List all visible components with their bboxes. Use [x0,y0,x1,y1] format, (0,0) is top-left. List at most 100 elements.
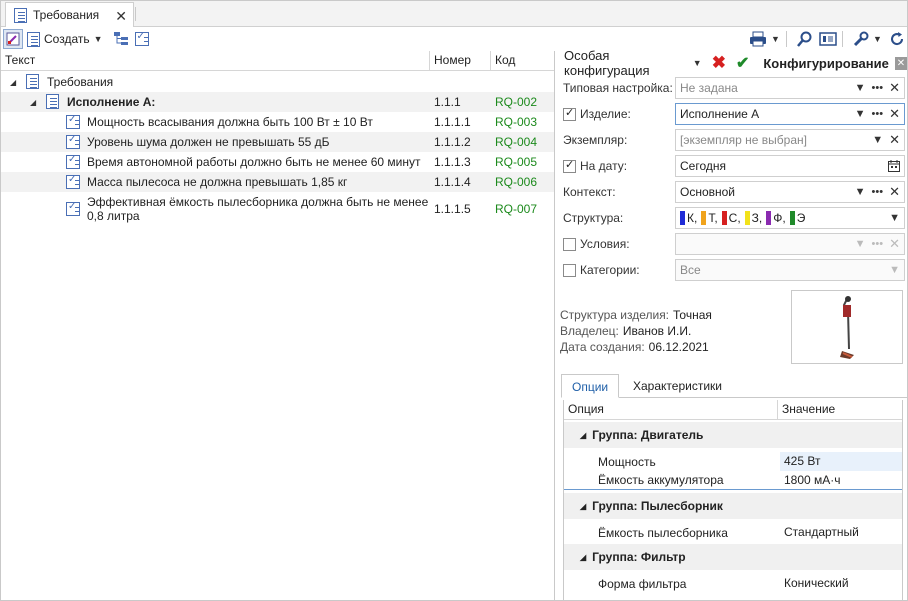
option-group-row[interactable]: ◢ Группа: Двигатель [564,422,902,448]
settings-button[interactable]: ▼ [851,29,884,49]
chevron-down-icon[interactable]: ▼ [855,82,866,94]
panel-toggle-button[interactable] [817,29,839,49]
date-checkbox[interactable] [563,158,576,173]
clear-icon[interactable]: ✕ [889,184,900,200]
more-icon[interactable]: ••• [872,186,884,198]
item-code: RQ-007 [495,202,538,216]
date-checkbox-label[interactable]: На дату: [563,158,627,173]
requirements-check-button[interactable] [133,29,151,49]
collapse-triangle-icon[interactable]: ◢ [580,431,586,440]
tab-options[interactable]: Опции [561,374,620,398]
mode-toggle-button[interactable] [3,29,23,49]
chevron-down-icon[interactable]: ▼ [855,108,866,120]
product-checkbox-label[interactable]: Изделие: [563,106,631,121]
date-field[interactable]: Сегодня [675,155,905,177]
categories-checkbox[interactable] [563,263,576,277]
tree-structure-icon [113,32,128,45]
main-toolbar: Создать ▼ ▼ ▼ [1,27,907,51]
context-row: Контекст: Основной ▼ ••• ✕ [557,181,907,203]
product-value: Исполнение А [680,107,760,121]
print-button[interactable]: ▼ [747,29,782,49]
structure-tag-k: К, [680,211,697,225]
column-header-option[interactable]: Опция [564,400,778,419]
options-tabs: Опции Характеристики [561,374,907,398]
create-button[interactable]: Создать ▼ [25,29,105,49]
more-icon[interactable]: ••• [872,108,884,120]
option-value[interactable]: 1800 мА·ч [780,471,902,490]
option-group-row[interactable]: ◢ Группа: Фильтр [564,544,902,570]
requirements-doc-icon [46,94,59,109]
create-label: Создать [44,32,90,46]
structure-tag-f: Ф, [766,211,786,225]
tree-item-row[interactable]: Уровень шума должен не превышать 55 дБ 1… [1,132,554,152]
chevron-down-icon[interactable]: ▼ [889,212,900,224]
tab-title: Требования [33,8,100,22]
close-panel-icon[interactable]: ✕ [894,56,907,70]
edit-mode-icon [6,32,20,46]
conditions-field[interactable]: ▼ ••• ✕ [675,233,905,255]
categories-field[interactable]: Все ▼ [675,259,905,281]
tree-root-row[interactable]: ◢ Требования [1,72,554,92]
structure-tag-e: Э [789,211,805,225]
option-row[interactable]: Ёмкость пылесборника Стандартный [564,523,902,542]
search-button[interactable] [795,29,815,49]
close-tab-icon[interactable]: ✕ [115,8,127,25]
structure-view-button[interactable] [111,29,131,49]
apply-check-icon[interactable]: ✔ [736,53,749,73]
structure-field[interactable]: К, Т, С, З, Ф, Э ▼ [675,207,905,229]
collapse-triangle-icon[interactable]: ◢ [30,98,36,107]
column-header-value[interactable]: Значение [778,400,902,419]
collapse-triangle-icon[interactable]: ◢ [580,502,586,511]
option-value[interactable]: Конический [780,574,902,593]
date-value: Сегодня [680,159,726,173]
info-created-label: Дата создания: [560,340,645,354]
collapse-triangle-icon[interactable]: ◢ [580,553,586,562]
product-field[interactable]: Исполнение А ▼ ••• ✕ [675,103,905,125]
tree-item-row[interactable]: Мощность всасывания должна быть 100 Вт ±… [1,112,554,132]
option-row[interactable]: Форма фильтра Конический [564,574,902,593]
group-number: 1.1.1 [434,95,461,109]
typical-setting-field[interactable]: Не задана ▼ ••• ✕ [675,77,905,99]
tree-item-row[interactable]: Масса пылесоса не должна превышать 1,85 … [1,172,554,192]
option-value[interactable]: Стандартный [780,523,902,542]
option-value[interactable]: 425 Вт [780,452,902,471]
refresh-button[interactable] [887,29,907,49]
clear-icon[interactable]: ✕ [889,106,900,122]
cancel-x-icon[interactable]: ✖ [712,53,726,73]
chevron-down-icon[interactable]: ▼ [855,186,866,198]
calendar-icon[interactable] [888,160,900,172]
tree-item-row[interactable]: Время автономной работы должно быть не м… [1,152,554,172]
info-structure-value: Точная [673,308,712,322]
column-header-code[interactable]: Код [491,51,554,71]
conditions-checkbox[interactable] [563,237,576,251]
tree-group-row[interactable]: ◢ Исполнение А: 1.1.1 RQ-002 [1,92,554,112]
clear-icon[interactable]: ✕ [889,80,900,96]
typical-setting-label: Типовая настройка: [563,81,673,95]
column-header-number[interactable]: Номер [430,50,491,71]
tab-characteristics[interactable]: Характеристики [623,374,732,398]
item-code: RQ-003 [495,115,538,129]
more-icon[interactable]: ••• [872,82,884,94]
toolbar-separator [842,31,843,47]
categories-checkbox-label[interactable]: Категории: [563,263,640,277]
group-label: Исполнение А: [67,95,156,109]
option-group-row[interactable]: ◢ Группа: Пылесборник [564,493,902,519]
conditions-checkbox-label[interactable]: Условия: [563,237,630,251]
collapse-triangle-icon[interactable]: ◢ [10,78,16,87]
chevron-down-icon: ▼ [93,34,103,44]
option-row[interactable]: Ёмкость аккумулятора 1800 мА·ч [564,471,902,490]
tree-item-row[interactable]: Эффективная ёмкость пылесборника должна … [1,192,554,226]
instance-field[interactable]: [экземпляр не выбран] ▼ ✕ [675,129,905,151]
tab-requirements[interactable]: Требования ✕ [5,2,134,27]
option-group-label: Группа: Фильтр [592,550,686,564]
structure-tag-s: С, [721,211,741,225]
chevron-down-icon[interactable]: ▼ [872,134,883,146]
printer-icon [750,31,766,47]
product-checkbox[interactable] [563,106,576,121]
config-mode-dropdown[interactable]: Особая конфигурация ▼ [564,48,702,78]
column-header-text[interactable]: Текст [1,50,430,71]
clear-icon[interactable]: ✕ [889,132,900,148]
requirement-check-icon [66,201,80,216]
context-field[interactable]: Основной ▼ ••• ✕ [675,181,905,203]
option-row[interactable]: Мощность 425 Вт [564,452,902,471]
